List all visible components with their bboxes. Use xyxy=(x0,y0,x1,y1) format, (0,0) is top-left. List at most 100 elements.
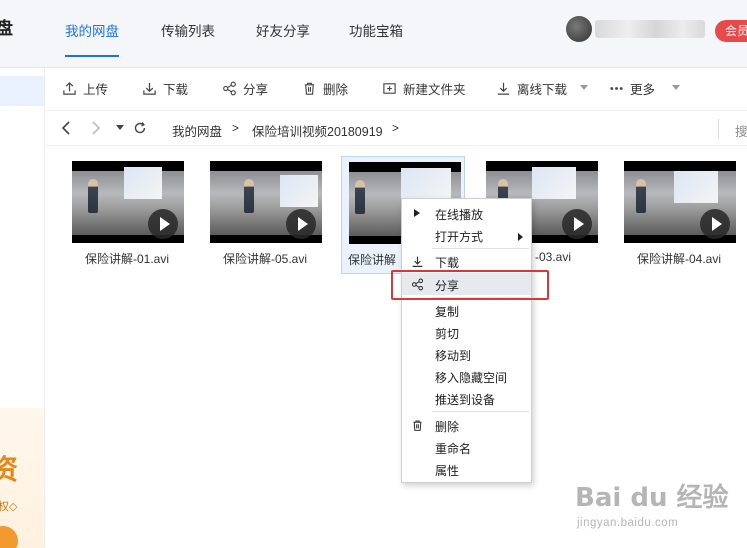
play-icon xyxy=(286,209,316,239)
menu-label: 移动到 xyxy=(435,349,472,363)
more-label: 更多 xyxy=(630,82,656,97)
menu-item-copy[interactable]: 复制 xyxy=(402,299,531,321)
video-thumbnail xyxy=(210,161,322,243)
video-thumbnail xyxy=(624,161,736,243)
menu-label: 复制 xyxy=(435,305,460,319)
menu-label: 删除 xyxy=(435,420,460,434)
breadcrumb-separator: > xyxy=(232,121,240,135)
menu-item-cut[interactable]: 剪切 xyxy=(402,321,531,343)
watermark: Bai du 经验 jingyan.baidu.com xyxy=(575,477,745,545)
back-button[interactable] xyxy=(58,120,74,136)
file-name: 保险讲解-04.avi xyxy=(636,252,722,266)
breadcrumb-folder[interactable]: 保险培训视频20180919 xyxy=(252,121,383,140)
username-blurred xyxy=(595,20,705,38)
menu-label: 移入隐藏空间 xyxy=(435,371,508,385)
menu-item-download[interactable]: 下载 xyxy=(402,250,531,272)
tab-transfer-list[interactable]: 传输列表 xyxy=(161,20,215,40)
menu-separator xyxy=(432,411,529,412)
menu-item-play-online[interactable]: 在线播放 xyxy=(402,202,531,224)
watermark-logo: Bai du 经验 xyxy=(575,483,729,513)
promo-subtitle: 权◇ xyxy=(0,501,18,513)
menu-label: 推送到设备 xyxy=(435,393,496,407)
chevron-right-icon xyxy=(92,121,101,135)
search-input[interactable]: 搜 xyxy=(735,121,747,140)
offline-download-icon xyxy=(497,82,510,95)
menu-label: 在线播放 xyxy=(435,208,484,222)
play-icon xyxy=(700,209,730,239)
promo-banner[interactable]: 资 权◇ xyxy=(0,408,44,548)
share-label: 分享 xyxy=(243,82,269,97)
play-icon xyxy=(562,209,592,239)
more-dropdown-icon[interactable] xyxy=(672,85,680,90)
app-logo-text: 盘 xyxy=(0,19,13,38)
menu-label: 下载 xyxy=(435,256,460,270)
download-label: 下载 xyxy=(163,82,189,97)
promo-title: 资 xyxy=(0,448,18,488)
menu-item-move-to[interactable]: 移动到 xyxy=(402,343,531,365)
menu-item-properties[interactable]: 属性 xyxy=(402,458,531,480)
file-item[interactable]: 保险讲解-01.avi xyxy=(65,156,189,274)
new-folder-icon xyxy=(383,82,396,94)
tab-my-netdisk[interactable]: 我的网盘 xyxy=(65,20,119,57)
sidebar-item-active[interactable] xyxy=(0,76,44,106)
menu-label: 重命名 xyxy=(435,442,472,456)
menu-label: 打开方式 xyxy=(435,230,484,244)
submenu-arrow-icon xyxy=(518,230,523,244)
tab-friend-share[interactable]: 好友分享 xyxy=(256,20,310,40)
offline-download-dropdown-icon[interactable] xyxy=(580,85,588,90)
member-badge[interactable]: 会员 xyxy=(715,20,747,42)
share-icon xyxy=(223,81,236,95)
download-button[interactable]: 下载 xyxy=(142,79,188,97)
breadcrumb-separator-end: > xyxy=(392,121,400,135)
video-thumbnail xyxy=(72,161,184,243)
new-folder-label: 新建文件夹 xyxy=(403,82,466,97)
top-nav: 盘 我的网盘 传输列表 好友分享 功能宝箱 会员 xyxy=(0,0,747,68)
menu-item-move-to-hidden[interactable]: 移入隐藏空间 xyxy=(402,365,531,387)
breadcrumb-root[interactable]: 我的网盘 xyxy=(172,121,222,140)
menu-item-delete[interactable]: 删除 xyxy=(402,414,531,436)
avatar[interactable] xyxy=(566,16,592,42)
offline-download-button[interactable]: 离线下载 xyxy=(496,79,567,97)
breadcrumb-bar: 我的网盘 > 保险培训视频20180919 > 搜 xyxy=(46,110,747,146)
upload-icon xyxy=(63,81,76,95)
play-icon xyxy=(148,209,178,239)
menu-item-push-to-device[interactable]: 推送到设备 xyxy=(402,387,531,409)
offline-download-label: 离线下载 xyxy=(517,82,568,97)
file-item[interactable]: 保险讲解-04.avi xyxy=(617,156,741,274)
new-folder-button[interactable]: 新建文件夹 xyxy=(382,79,466,97)
menu-separator xyxy=(432,248,529,249)
trash-icon xyxy=(304,82,315,95)
file-name: 保险讲解 xyxy=(348,253,397,267)
toolbar: 上传 下载 分享 删除 新建文件夹 离线下载 更多 xyxy=(46,69,747,107)
highlight-annotation xyxy=(391,270,549,300)
refresh-button[interactable] xyxy=(132,120,148,136)
history-dropdown[interactable] xyxy=(112,120,128,136)
watermark-url: jingyan.baidu.com xyxy=(577,517,679,529)
delete-button[interactable]: 删除 xyxy=(302,79,348,97)
forward-button[interactable] xyxy=(88,120,104,136)
file-name: 保险讲解-01.avi xyxy=(84,252,170,266)
menu-label: 剪切 xyxy=(435,327,460,341)
play-icon xyxy=(410,206,424,220)
share-button[interactable]: 分享 xyxy=(222,79,268,97)
file-name: -03.avi xyxy=(535,250,572,264)
more-button[interactable]: 更多 xyxy=(609,79,655,97)
download-icon xyxy=(410,254,424,268)
menu-item-open-with[interactable]: 打开方式 xyxy=(402,224,531,246)
file-item[interactable]: 保险讲解-05.avi xyxy=(203,156,327,274)
chevron-left-icon xyxy=(61,121,70,135)
more-icon xyxy=(610,86,623,90)
download-icon xyxy=(143,82,156,95)
delete-label: 删除 xyxy=(323,82,349,97)
caret-down-icon xyxy=(116,125,124,130)
menu-item-rename[interactable]: 重命名 xyxy=(402,436,531,458)
trash-icon xyxy=(410,418,424,432)
context-menu: 在线播放 打开方式 下载 分享 复制 剪切 移动到 移入隐藏空间 推送到设备 删… xyxy=(401,198,532,483)
tab-toolbox[interactable]: 功能宝箱 xyxy=(349,20,403,40)
promo-button[interactable] xyxy=(0,526,18,548)
file-name: 保险讲解-05.avi xyxy=(222,252,308,266)
upload-button[interactable]: 上传 xyxy=(62,79,108,97)
sidebar: 资 权◇ xyxy=(0,68,45,548)
divider xyxy=(718,119,719,139)
menu-label: 属性 xyxy=(435,464,460,478)
